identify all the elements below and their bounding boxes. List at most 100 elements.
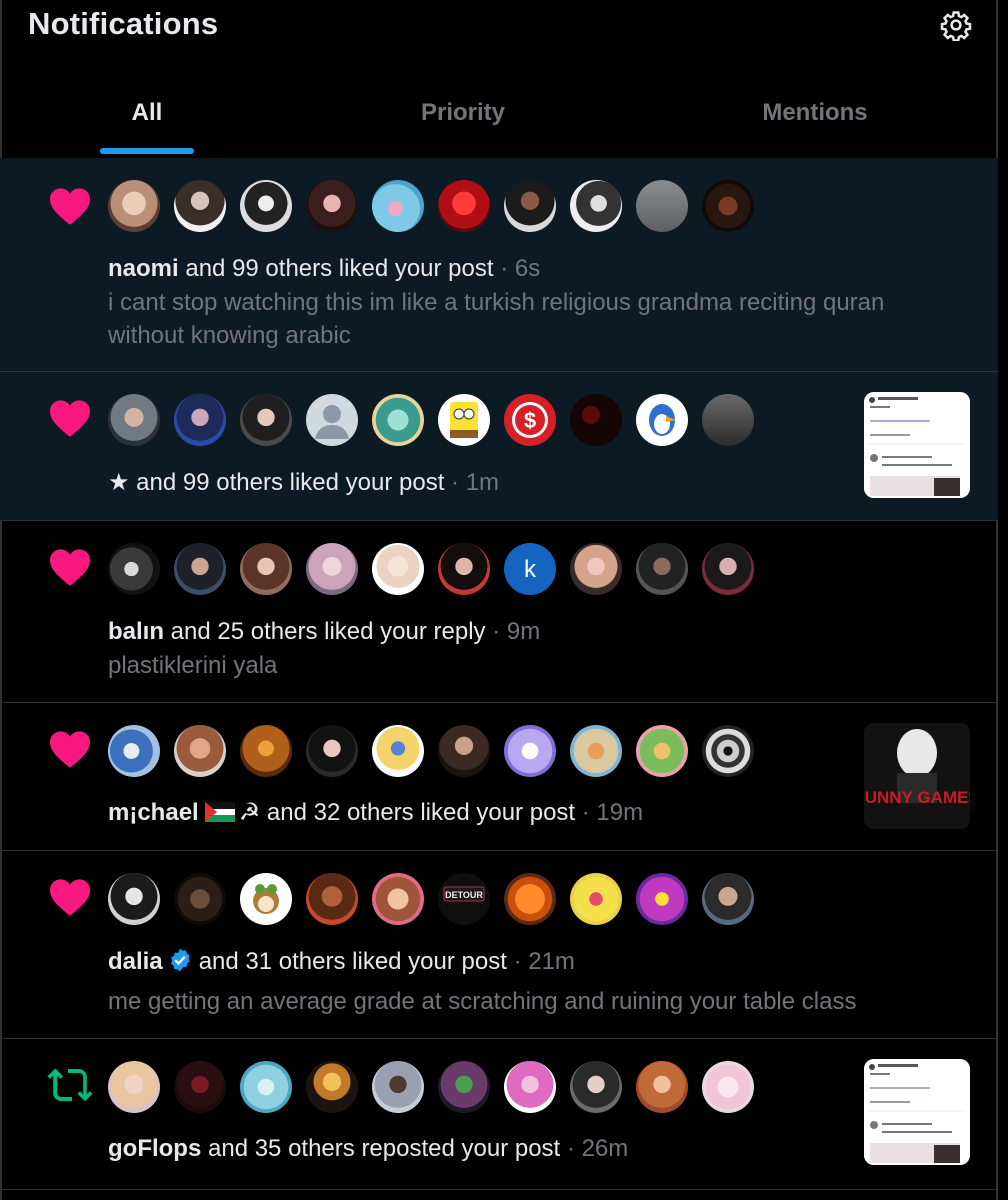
- heart-icon: [46, 543, 94, 591]
- avatar[interactable]: [108, 394, 160, 446]
- avatar[interactable]: [438, 543, 490, 595]
- timestamp: · 9m: [485, 618, 541, 645]
- avatar[interactable]: [636, 1061, 688, 1113]
- avatar[interactable]: [174, 725, 226, 777]
- tab-priority[interactable]: Priority: [360, 70, 566, 156]
- actor-name[interactable]: balın: [108, 618, 164, 645]
- svg-text:$: $: [524, 408, 536, 433]
- actor-name[interactable]: ★: [108, 469, 130, 496]
- active-tab-indicator: [100, 148, 194, 154]
- avatar[interactable]: [636, 394, 688, 446]
- notification-text: goFlops and 35 others reposted your post…: [108, 1134, 628, 1164]
- gear-icon[interactable]: [940, 9, 972, 42]
- avatar[interactable]: [108, 1061, 160, 1113]
- avatar[interactable]: [174, 180, 226, 232]
- actor-suffix: ☭: [238, 799, 261, 826]
- actor-name[interactable]: naomi: [108, 255, 179, 282]
- avatar-badge[interactable]: DETOUR: [438, 873, 490, 925]
- avatar[interactable]: [570, 543, 622, 595]
- avatar[interactable]: [306, 873, 358, 925]
- avatar-default[interactable]: [306, 394, 358, 446]
- actor-name[interactable]: dalia: [108, 948, 163, 975]
- avatar[interactable]: [240, 394, 292, 446]
- avatar[interactable]: [108, 873, 160, 925]
- avatar[interactable]: [570, 394, 622, 446]
- avatar[interactable]: [504, 180, 556, 232]
- timestamp: · 19m: [575, 799, 644, 826]
- avatar[interactable]: [240, 180, 292, 232]
- avatar[interactable]: [636, 543, 688, 595]
- heart-icon: [46, 182, 94, 230]
- avatar[interactable]: [372, 394, 424, 446]
- post-thumbnail[interactable]: FUNNY GAMES: [864, 723, 970, 829]
- avatar[interactable]: [372, 180, 424, 232]
- avatar[interactable]: [306, 543, 358, 595]
- avatar[interactable]: [306, 180, 358, 232]
- avatar[interactable]: [306, 725, 358, 777]
- avatar[interactable]: [636, 180, 688, 232]
- avatar[interactable]: [174, 394, 226, 446]
- timestamp: · 21m: [506, 948, 575, 975]
- avatar[interactable]: [702, 725, 754, 777]
- actor-name[interactable]: goFlops: [108, 1135, 201, 1162]
- avatar[interactable]: [372, 1061, 424, 1113]
- avatar[interactable]: [702, 394, 754, 446]
- avatar[interactable]: [174, 543, 226, 595]
- avatar[interactable]: [372, 873, 424, 925]
- action-text: and 25 others liked your reply: [164, 618, 486, 645]
- post-preview: plastiklerini yala: [108, 652, 278, 679]
- avatar[interactable]: [240, 725, 292, 777]
- avatar[interactable]: [504, 873, 556, 925]
- notification-item[interactable]: DETOUR dalia and 31 others liked your pos…: [0, 851, 998, 1039]
- avatar[interactable]: [702, 873, 754, 925]
- avatar[interactable]: [240, 1061, 292, 1113]
- avatar[interactable]: [240, 543, 292, 595]
- avatar[interactable]: [438, 725, 490, 777]
- notification-item[interactable]: $ ★ and 99 others liked your post · 1m: [0, 372, 998, 521]
- avatar[interactable]: [702, 1061, 754, 1113]
- avatar[interactable]: [570, 873, 622, 925]
- avatar[interactable]: [306, 1061, 358, 1113]
- avatar[interactable]: [240, 873, 292, 925]
- avatar[interactable]: [438, 394, 490, 446]
- action-text: and 31 others liked your post: [198, 948, 507, 975]
- action-text: and 99 others liked your post: [178, 255, 494, 282]
- avatar[interactable]: [108, 543, 160, 595]
- tab-mentions[interactable]: Mentions: [710, 70, 920, 156]
- avatar[interactable]: [438, 1061, 490, 1113]
- avatar[interactable]: [504, 725, 556, 777]
- actor-name[interactable]: m¡chael: [108, 799, 199, 826]
- repost-icon: [46, 1061, 94, 1109]
- heart-icon: [46, 725, 94, 773]
- notification-item[interactable]: m¡chael ☭ and 32 others liked your post ·…: [0, 703, 998, 851]
- avatar[interactable]: $: [504, 394, 556, 446]
- avatar[interactable]: [636, 873, 688, 925]
- notification-text: naomi and 99 others liked your post · 6s: [108, 254, 540, 284]
- avatar[interactable]: [372, 725, 424, 777]
- post-thumbnail[interactable]: [864, 392, 970, 498]
- timestamp: · 6s: [493, 255, 541, 282]
- avatar[interactable]: [636, 725, 688, 777]
- heart-icon: [46, 394, 94, 442]
- avatar[interactable]: [702, 180, 754, 232]
- notification-item[interactable]: k balın and 25 others liked your reply ·…: [0, 521, 998, 703]
- avatar[interactable]: [570, 1061, 622, 1113]
- notification-item[interactable]: goFlops and 35 others reposted your post…: [0, 1039, 998, 1190]
- avatar[interactable]: [174, 873, 226, 925]
- tab-all[interactable]: All: [60, 70, 234, 156]
- avatar[interactable]: [570, 725, 622, 777]
- svg-text:DETOUR: DETOUR: [445, 890, 483, 900]
- avatar[interactable]: [174, 1061, 226, 1113]
- notification-item[interactable]: naomi and 99 others liked your post · 6s…: [0, 158, 998, 372]
- avatar[interactable]: [702, 543, 754, 595]
- avatar[interactable]: [438, 180, 490, 232]
- avatar[interactable]: [570, 180, 622, 232]
- avatar-letter[interactable]: k: [504, 543, 556, 595]
- avatar[interactable]: [504, 1061, 556, 1113]
- notification-text: ★ and 99 others liked your post · 1m: [108, 468, 499, 498]
- avatar[interactable]: [108, 180, 160, 232]
- timestamp: · 1m: [444, 469, 500, 496]
- avatar[interactable]: [372, 543, 424, 595]
- post-thumbnail[interactable]: [864, 1059, 970, 1165]
- avatar[interactable]: [108, 725, 160, 777]
